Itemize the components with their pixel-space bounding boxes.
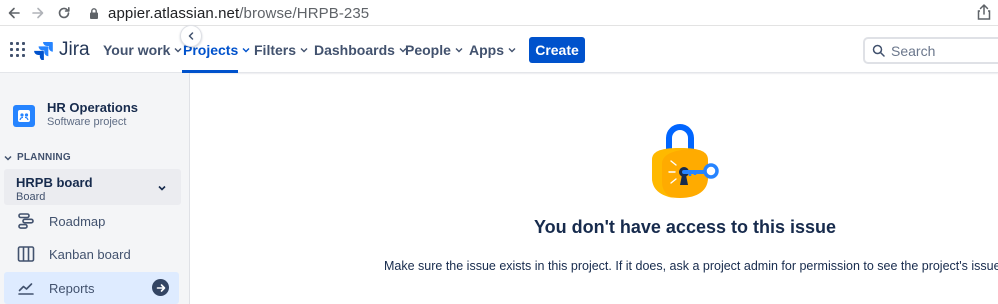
padlock-illustration [642, 122, 722, 209]
chevron-down-icon [455, 48, 463, 53]
board-switcher[interactable]: HRPB board Board [4, 169, 181, 205]
search-placeholder: Search [891, 43, 936, 59]
sidebar-item-label: Reports [49, 281, 95, 296]
reload-icon [58, 7, 70, 19]
sidebar-item-label: Roadmap [49, 214, 106, 229]
sidebar-item-label: Kanban board [49, 247, 131, 262]
back-arrow-icon [8, 7, 20, 19]
app-switcher-icon[interactable] [10, 42, 25, 57]
url-path: /browse/HRPB-235 [239, 5, 370, 22]
share-icon [977, 4, 991, 20]
project-type: Software project [47, 116, 127, 128]
planning-section-label: PLANNING [17, 152, 71, 163]
browser-toolbar: appier.atlassian.net/browse/HRPB-235 [0, 0, 998, 26]
nav-filters[interactable]: Filters [254, 42, 308, 58]
chevron-left-icon [188, 32, 194, 40]
project-name[interactable]: HR Operations [47, 100, 138, 115]
url-host: appier.atlassian.net [108, 5, 240, 22]
board-type: Board [16, 191, 46, 203]
nav-people[interactable]: People [405, 42, 463, 58]
chevron-down-icon [242, 48, 250, 53]
project-sidebar: HR Operations Software project PLANNING … [0, 73, 190, 304]
nav-your-work[interactable]: Your work [103, 42, 182, 58]
sidebar-item-reports[interactable]: Reports [4, 272, 179, 304]
sidebar-item-roadmap[interactable]: Roadmap [4, 205, 179, 237]
roadmap-icon [18, 213, 34, 229]
padlock-icon [652, 124, 719, 199]
nav-people-label: People [405, 42, 451, 58]
top-navigation: Jira Your work Projects Filters Dashboar… [0, 26, 998, 73]
project-avatar-icon [18, 110, 30, 122]
nav-apps[interactable]: Apps [469, 42, 516, 58]
site-info-button[interactable] [84, 3, 104, 23]
board-name: HRPB board [16, 175, 93, 190]
access-denied-description: Make sure the issue exists in this proje… [384, 259, 998, 273]
chevron-down-icon [300, 48, 308, 53]
share-button[interactable] [976, 3, 992, 26]
chevron-down-icon [174, 48, 182, 53]
nav-your-work-label: Your work [103, 42, 171, 58]
sidebar-item-kanban-board[interactable]: Kanban board [4, 238, 179, 270]
nav-dashboards-label: Dashboards [314, 42, 395, 58]
search-input[interactable]: Search [863, 37, 998, 64]
jira-logo-icon [34, 41, 53, 60]
chevron-down-icon [508, 48, 516, 53]
address-bar[interactable]: appier.atlassian.net/browse/HRPB-235 [108, 5, 369, 22]
forward-button[interactable] [28, 3, 48, 23]
jira-logo[interactable]: Jira [34, 39, 90, 61]
nav-apps-label: Apps [469, 42, 504, 58]
page-title: You don't have access to this issue [533, 217, 837, 237]
arrow-right-icon[interactable] [152, 279, 169, 296]
lock-icon [90, 7, 98, 19]
planning-section-header[interactable]: PLANNING [4, 152, 71, 163]
collapse-sidebar-button[interactable] [180, 25, 202, 47]
chevron-down-icon [158, 185, 166, 191]
jira-logo-text: Jira [59, 39, 90, 60]
search-icon [872, 44, 885, 57]
nav-filters-label: Filters [254, 42, 297, 58]
kanban-board-icon [17, 246, 35, 262]
back-button[interactable] [4, 3, 24, 23]
create-button[interactable]: Create [529, 37, 585, 63]
forward-arrow-icon [32, 7, 44, 19]
chevron-down-icon [4, 155, 12, 161]
nav-dashboards[interactable]: Dashboards [314, 42, 407, 58]
reload-button[interactable] [54, 3, 74, 23]
nav-active-indicator [182, 70, 238, 73]
project-avatar[interactable] [13, 105, 35, 127]
reports-icon [18, 283, 34, 295]
